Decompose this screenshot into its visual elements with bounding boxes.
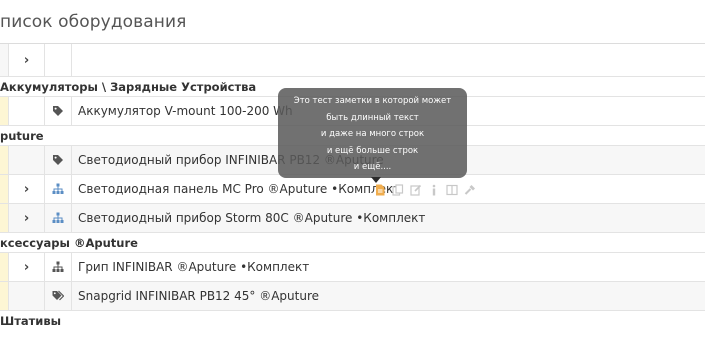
row-marker: [0, 253, 9, 281]
row-marker: [0, 204, 9, 232]
tooltip-arrow: [371, 177, 381, 183]
row-marker: [0, 146, 9, 174]
row-marker: [0, 175, 9, 203]
table-row[interactable]: › Светодиодная панель MC Pro ®Aputure •К…: [0, 175, 705, 204]
table-row[interactable]: › Светодиодный прибор Storm 80C ®Aputure…: [0, 204, 705, 233]
expand-cell: [9, 146, 45, 174]
expand-button[interactable]: ›: [9, 175, 45, 203]
group-label: Штативы: [0, 314, 62, 328]
chevron-right-icon: ›: [23, 210, 30, 226]
row-name[interactable]: Грип INFINIBAR ®Aputure •Комплект: [72, 253, 705, 281]
sitemap-icon: [45, 204, 72, 232]
header-spacer: [0, 44, 9, 76]
tooltip-line: и даже на много строк: [320, 129, 425, 139]
tags-icon: [45, 282, 72, 310]
row-name[interactable]: Светодиодный прибор Storm 80C ®Aputure •…: [72, 204, 705, 232]
chevron-right-icon: ›: [23, 52, 30, 68]
expand-button[interactable]: ›: [9, 253, 45, 281]
tag-icon: [45, 146, 72, 174]
expand-cell: [9, 282, 45, 310]
group-label: ксессуары ®Aputure: [0, 236, 138, 250]
sitemap-icon: [45, 175, 72, 203]
group-label: puture: [0, 129, 44, 143]
edit-icon[interactable]: [410, 184, 422, 196]
group-row[interactable]: Штативы: [0, 311, 705, 331]
wrench-icon[interactable]: [464, 184, 476, 196]
table-header: ›: [0, 44, 705, 77]
chevron-right-icon: ›: [23, 181, 30, 197]
tooltip-line: и ещё....: [353, 162, 392, 172]
table-row[interactable]: › Грип INFINIBAR ®Aputure •Комплект: [0, 253, 705, 282]
row-marker: [0, 97, 9, 125]
row-actions: [374, 175, 476, 204]
expand-cell: [9, 97, 45, 125]
info-icon[interactable]: [428, 184, 440, 196]
tag-icon: [45, 97, 72, 125]
table-row[interactable]: Snapgrid INFINIBAR PB12 45° ®Aputure: [0, 282, 705, 311]
expand-all-button[interactable]: ›: [9, 44, 45, 76]
note-tooltip: Это тест заметки в которой может быть дл…: [278, 88, 467, 178]
expand-button[interactable]: ›: [9, 204, 45, 232]
group-row[interactable]: ксессуары ®Aputure: [0, 233, 705, 253]
group-label: Аккумуляторы \ Зарядные Устройства: [0, 80, 257, 94]
header-icon-col: [45, 44, 72, 76]
row-name[interactable]: Snapgrid INFINIBAR PB12 45° ®Aputure: [72, 282, 705, 310]
sitemap-icon: [45, 253, 72, 281]
copy-icon[interactable]: [392, 183, 404, 196]
note-icon[interactable]: [374, 184, 386, 196]
tooltip-line: Это тест заметки в которой может: [293, 96, 452, 106]
columns-icon[interactable]: [446, 184, 458, 196]
row-marker: [0, 282, 9, 310]
page-title: писок оборудования: [0, 12, 187, 32]
chevron-right-icon: ›: [23, 259, 30, 275]
equipment-table: › Аккумуляторы \ Зарядные Устройства Акк…: [0, 43, 705, 331]
tooltip-line: быть длинный текст: [326, 112, 419, 123]
tooltip-line: и ещё больше строк: [326, 145, 419, 156]
header-name-col: [72, 44, 705, 76]
